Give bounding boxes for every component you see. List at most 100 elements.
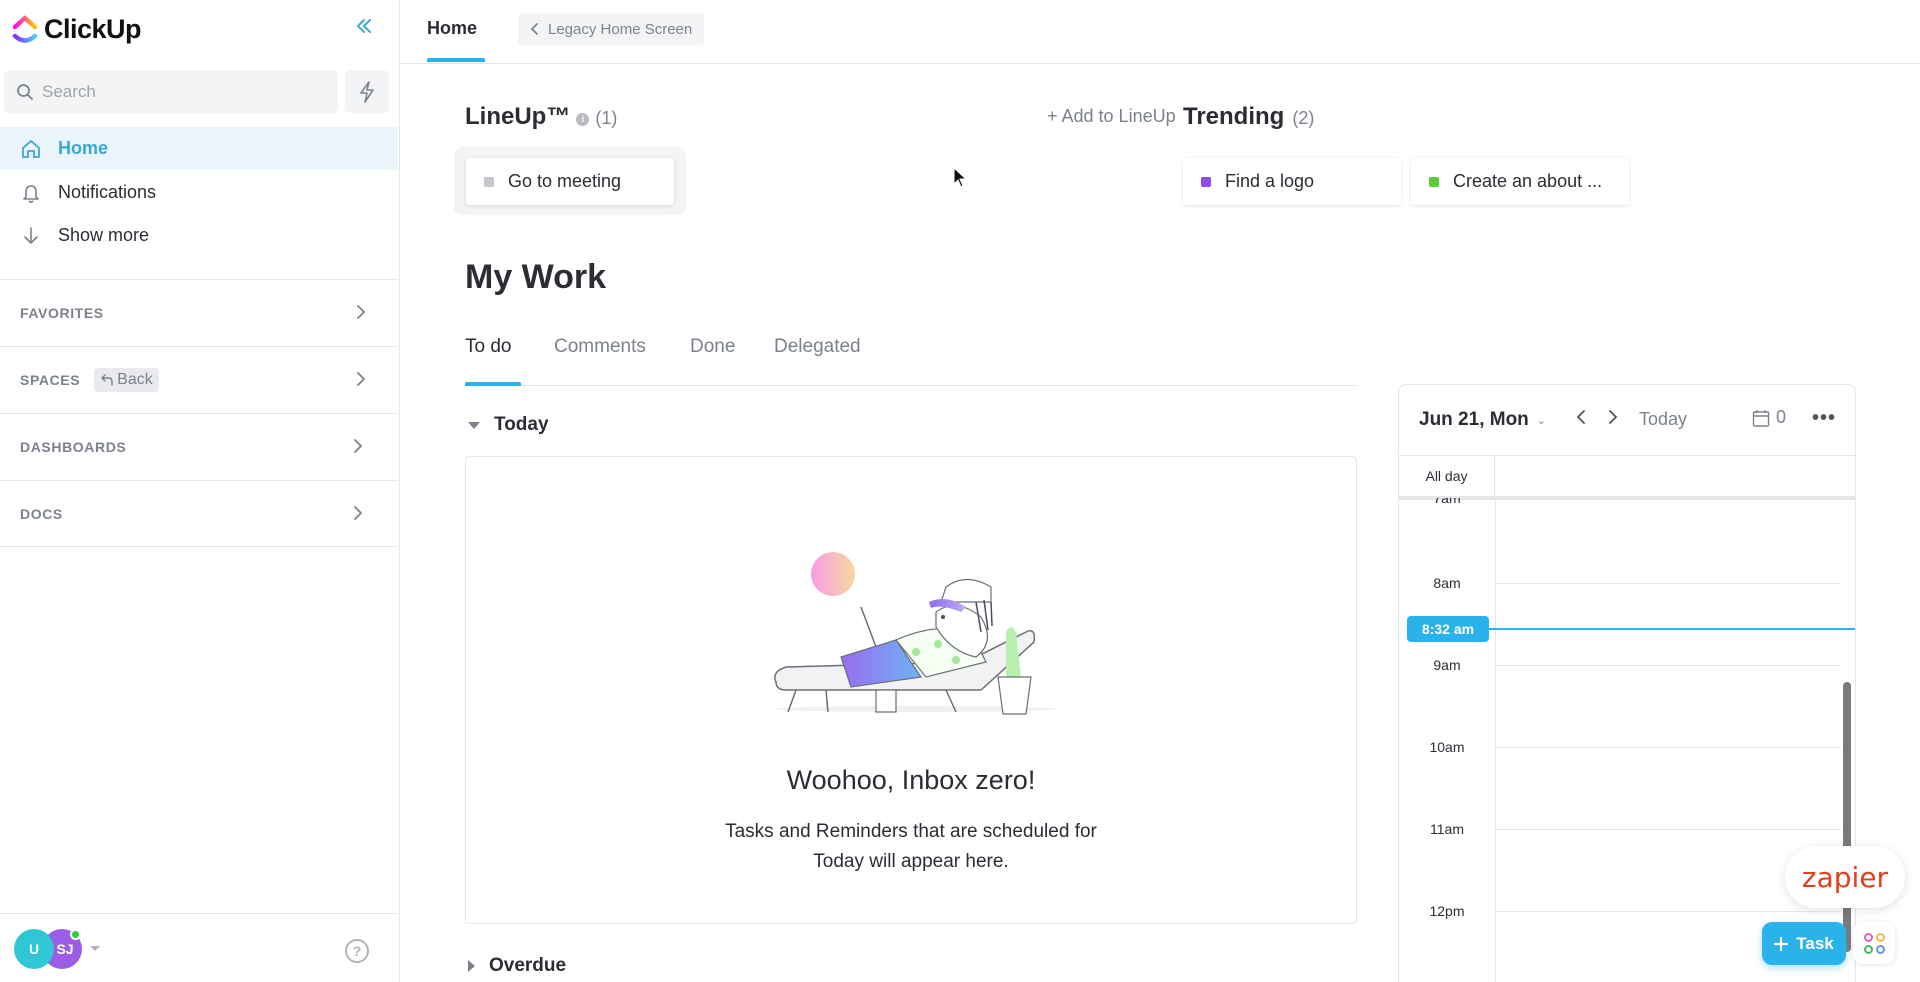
legacy-home-screen-button[interactable]: Legacy Home Screen bbox=[518, 13, 705, 45]
new-task-button[interactable]: Task bbox=[1762, 922, 1846, 965]
lineup-title: LineUp™ bbox=[465, 103, 571, 130]
sidebar-item-home[interactable]: Home bbox=[0, 127, 398, 170]
lineup-task-card[interactable]: Go to meeting bbox=[466, 158, 674, 205]
apps-dot bbox=[1863, 932, 1873, 942]
hour-gridline bbox=[1496, 747, 1841, 748]
sidebar-section-dashboards[interactable]: DASHBOARDS bbox=[0, 413, 398, 480]
avatar[interactable]: U bbox=[14, 929, 54, 969]
help-button[interactable]: ? bbox=[345, 939, 369, 963]
section-label: SPACES bbox=[20, 372, 81, 388]
apps-dot bbox=[1875, 932, 1885, 942]
add-to-lineup-button[interactable]: + Add to LineUp bbox=[1047, 106, 1176, 127]
caret-down-icon[interactable] bbox=[90, 946, 100, 951]
quick-actions-button[interactable] bbox=[345, 70, 389, 113]
trending-task-card[interactable]: Create an about ... bbox=[1411, 158, 1629, 205]
event-count-value: 0 bbox=[1776, 407, 1787, 427]
hour-gridline bbox=[1496, 665, 1841, 666]
group-label: Overdue bbox=[489, 955, 567, 976]
sidebar-item-label: Show more bbox=[58, 225, 150, 245]
apps-dot bbox=[1875, 944, 1885, 954]
all-day-label: All day bbox=[1399, 456, 1495, 496]
group-today-toggle[interactable]: Today bbox=[468, 414, 549, 436]
relaxing-person-illustration bbox=[774, 552, 1056, 715]
hour-gridline bbox=[1496, 583, 1841, 584]
double-chevron-left-icon bbox=[357, 19, 371, 33]
trending-title: Trending bbox=[1183, 103, 1285, 130]
arrow-down-icon bbox=[24, 226, 38, 244]
sidebar-item-label: Home bbox=[58, 138, 109, 158]
zapier-button[interactable]: zapier bbox=[1785, 846, 1905, 908]
mouse-cursor-icon bbox=[953, 167, 968, 188]
new-task-label: Task bbox=[1796, 933, 1834, 953]
task-status-square bbox=[484, 176, 494, 187]
sidebar-section-spaces[interactable]: SPACES Back bbox=[0, 346, 398, 413]
empty-state: Woohoo, Inbox zero! Tasks and Reminders … bbox=[465, 456, 1357, 924]
section-label: DASHBOARDS bbox=[20, 439, 127, 455]
collapse-sidebar-button[interactable] bbox=[350, 16, 378, 44]
section-label: DOCS bbox=[20, 505, 63, 522]
apps-dot bbox=[1863, 944, 1873, 954]
sidebar-section-docs[interactable]: DOCS bbox=[0, 480, 398, 547]
legacy-label: Legacy Home Screen bbox=[548, 20, 693, 38]
info-icon[interactable]: i bbox=[576, 113, 590, 126]
search-input[interactable] bbox=[42, 81, 322, 102]
empty-state-line: Tasks and Reminders that are scheduled f… bbox=[725, 821, 1097, 842]
task-name: Create an about ... bbox=[1453, 171, 1603, 191]
caret-down-icon bbox=[468, 421, 480, 429]
sidebar-item-show-more[interactable]: Show more bbox=[0, 214, 398, 257]
chevron-right-icon bbox=[354, 439, 363, 453]
trending-count: (2) bbox=[1292, 108, 1315, 128]
chevron-right-icon bbox=[1609, 410, 1618, 424]
group-overdue-toggle[interactable]: Overdue bbox=[468, 955, 566, 977]
search-icon bbox=[17, 83, 33, 100]
tab-comments[interactable]: Comments bbox=[554, 336, 646, 358]
apps-grid-button[interactable] bbox=[1853, 922, 1895, 964]
group-label: Today bbox=[494, 414, 549, 435]
tab-to-do[interactable]: To do bbox=[465, 336, 511, 358]
current-time-line bbox=[1479, 628, 1855, 630]
sidebar-item-notifications[interactable]: Notifications bbox=[0, 171, 398, 214]
chevron-left-icon bbox=[1576, 410, 1585, 424]
main-content: Home Legacy Home Screen LineUp™ i (1) + … bbox=[400, 0, 1920, 982]
tab-delegated[interactable]: Delegated bbox=[774, 336, 861, 358]
back-arrow-icon bbox=[101, 374, 113, 386]
calendar-panel: Jun 21, Mon ⌄ Today 0 ••• All day 7am 8a… bbox=[1398, 384, 1856, 982]
app-name: ClickUp bbox=[44, 14, 142, 44]
more-options-button[interactable]: ••• bbox=[1812, 407, 1836, 430]
caret-right-icon bbox=[468, 960, 475, 972]
calendar-today-button[interactable]: Today bbox=[1639, 409, 1687, 430]
calendar-date-label: Jun 21, Mon bbox=[1419, 409, 1529, 430]
tab-done[interactable]: Done bbox=[690, 336, 735, 358]
trending-task-card[interactable]: Find a logo bbox=[1183, 158, 1401, 205]
chevron-right-icon bbox=[357, 372, 366, 386]
tab-home[interactable]: Home bbox=[427, 18, 477, 39]
time-gutter-divider bbox=[1495, 500, 1496, 982]
spaces-back-button[interactable]: Back bbox=[94, 368, 159, 392]
sidebar-section-favorites[interactable]: FAVORITES bbox=[0, 279, 398, 346]
lightning-icon bbox=[360, 80, 374, 103]
all-day-row: All day bbox=[1399, 456, 1855, 500]
calendar-event-count[interactable]: 0 bbox=[1752, 407, 1786, 428]
clickup-logo[interactable]: ClickUp bbox=[12, 14, 142, 45]
empty-state-title: Woohoo, Inbox zero! bbox=[786, 765, 1036, 795]
calendar-prev-button[interactable] bbox=[1575, 407, 1587, 433]
calendar-date-picker[interactable]: Jun 21, Mon ⌄ bbox=[1419, 409, 1546, 431]
hour-label: 9am bbox=[1433, 657, 1461, 673]
top-bar: Home Legacy Home Screen bbox=[400, 0, 1920, 64]
clickup-logo-icon bbox=[12, 15, 38, 43]
search-box[interactable] bbox=[4, 70, 338, 113]
task-name: Find a logo bbox=[1225, 171, 1315, 191]
calendar-header: Jun 21, Mon ⌄ Today 0 ••• bbox=[1399, 385, 1855, 456]
active-tab-indicator bbox=[427, 58, 485, 62]
trending-heading: Trending (2) bbox=[1183, 103, 1314, 131]
lineup-count: (1) bbox=[595, 108, 618, 128]
hour-gridline bbox=[1496, 911, 1841, 912]
calendar-next-button[interactable] bbox=[1607, 407, 1619, 433]
section-label: FAVORITES bbox=[20, 305, 104, 321]
chevron-right-icon bbox=[354, 506, 363, 520]
bell-icon bbox=[23, 184, 39, 203]
my-work-title: My Work bbox=[465, 258, 607, 296]
online-status-indicator bbox=[70, 929, 81, 940]
calendar-scrollbar[interactable] bbox=[1843, 682, 1851, 952]
sidebar-item-label: Notifications bbox=[58, 182, 157, 202]
